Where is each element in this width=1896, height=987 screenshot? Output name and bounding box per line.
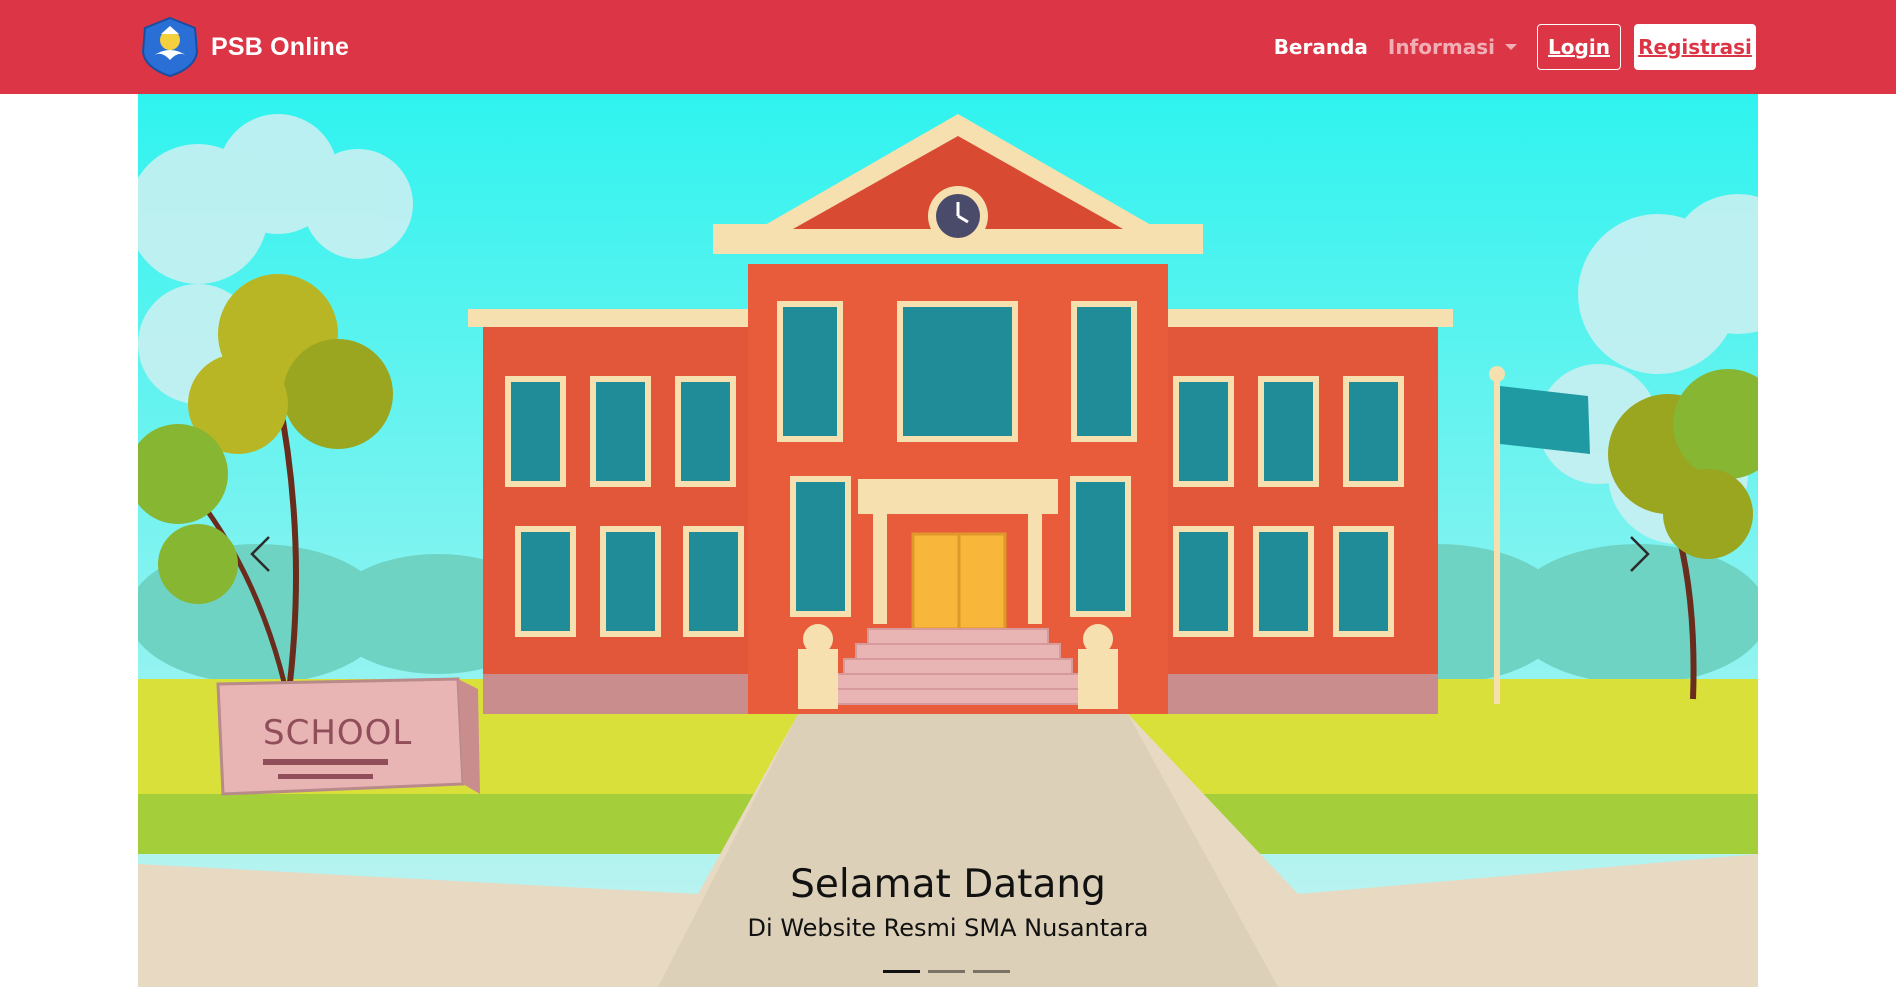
tut-wuri-handayani-logo-icon <box>141 16 199 78</box>
carousel-indicator-2[interactable] <box>928 970 965 973</box>
caret-down-icon <box>1505 44 1517 50</box>
carousel-indicator-1[interactable] <box>883 970 920 973</box>
brand-link[interactable]: PSB Online <box>139 16 349 78</box>
nav-informasi[interactable]: Informasi <box>1388 35 1495 59</box>
school-sign-text: SCHOOL <box>263 713 412 753</box>
nav-beranda[interactable]: Beranda <box>1274 35 1368 59</box>
carousel-indicators <box>883 970 1010 973</box>
school-illustration: SCHOOL <box>138 94 1758 987</box>
hero-carousel: SCHOOL Selamat Datang Di Website Resmi S… <box>138 94 1758 987</box>
nav-menu: Beranda Informasi Login Registrasi <box>1274 24 1756 70</box>
navbar: PSB Online Beranda Informasi Login Regis… <box>0 0 1896 94</box>
carousel-next-button[interactable] <box>1620 524 1660 584</box>
nav-informasi-dropdown[interactable]: Informasi <box>1388 35 1517 59</box>
carousel-caption-subtitle: Di Website Resmi SMA Nusantara <box>747 914 1149 942</box>
carousel-prev-button[interactable] <box>240 524 280 584</box>
registrasi-button[interactable]: Registrasi <box>1634 24 1756 70</box>
chevron-left-icon <box>250 536 270 572</box>
login-button[interactable]: Login <box>1537 24 1621 70</box>
carousel-indicator-3[interactable] <box>973 970 1010 973</box>
chevron-right-icon <box>1630 536 1650 572</box>
brand-name: PSB Online <box>211 32 350 61</box>
carousel-caption-title: Selamat Datang <box>790 862 1106 907</box>
